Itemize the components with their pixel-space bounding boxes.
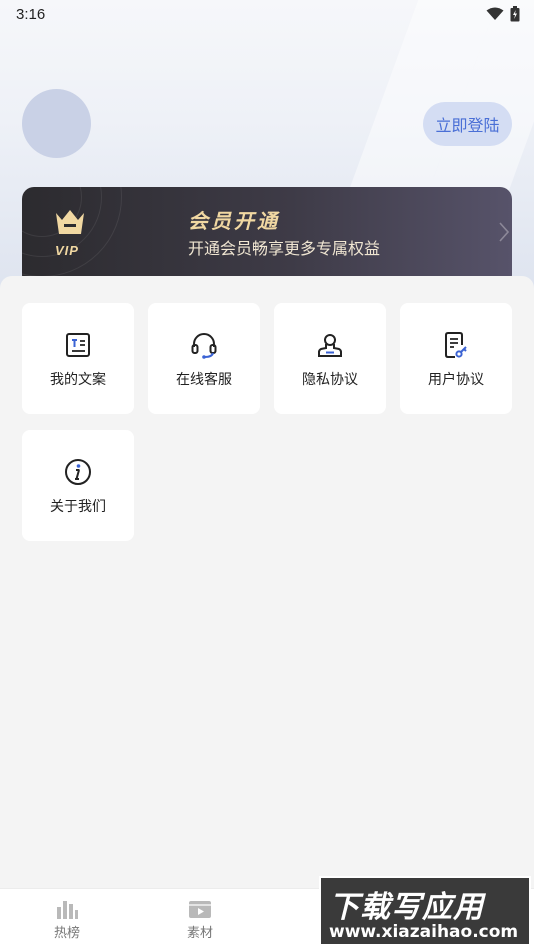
bar-chart-icon xyxy=(57,901,78,919)
headset-icon xyxy=(191,333,217,359)
menu-item-label: 关于我们 xyxy=(50,498,106,514)
vip-subtitle: 开通会员畅享更多专属权益 xyxy=(188,241,381,258)
menu-item-my-copy[interactable]: 我的文案 xyxy=(22,303,134,414)
vip-badge-text: VIP xyxy=(55,243,79,258)
menu-item-label: 用户协议 xyxy=(428,371,484,387)
document-text-icon xyxy=(66,333,90,357)
watermark-url: www.xiazaihao.com xyxy=(329,922,519,942)
status-time: 3:16 xyxy=(16,5,46,23)
content-panel: 我的文案 在线客服 隐私协议 用户协议 关于我们 xyxy=(0,276,534,888)
login-button[interactable]: 立即登陆 xyxy=(423,102,512,146)
wifi-icon xyxy=(486,7,504,20)
privacy-user-icon xyxy=(318,334,342,357)
menu-item-privacy-policy[interactable]: 隐私协议 xyxy=(274,303,386,414)
vip-title: 会员开通 xyxy=(188,211,280,233)
menu-item-label: 我的文案 xyxy=(50,371,106,387)
menu-grid: 我的文案 在线客服 隐私协议 用户协议 关于我们 xyxy=(22,303,512,541)
avatar[interactable] xyxy=(22,89,91,158)
menu-item-label: 在线客服 xyxy=(176,371,232,387)
chevron-right-icon xyxy=(499,222,510,242)
menu-item-user-agreement[interactable]: 用户协议 xyxy=(400,303,512,414)
menu-item-online-service[interactable]: 在线客服 xyxy=(148,303,260,414)
video-material-icon xyxy=(189,901,211,918)
status-bar: 3:16 xyxy=(0,0,534,28)
vip-banner[interactable]: VIP 会员开通 开通会员畅享更多专属权益 xyxy=(22,187,512,287)
user-agreement-icon xyxy=(445,332,467,358)
watermark-text: 下载写应用 xyxy=(329,891,484,924)
tab-material[interactable]: 素材 xyxy=(170,899,230,941)
tab-label: 热榜 xyxy=(53,925,80,940)
info-icon xyxy=(65,459,91,485)
watermark-logo: 下载写应用 www.xiazaihao.com xyxy=(319,876,531,946)
vip-crown-icon: VIP xyxy=(52,207,88,258)
menu-item-about-us[interactable]: 关于我们 xyxy=(22,430,134,541)
status-icons xyxy=(486,6,520,22)
tab-label: 素材 xyxy=(186,925,213,940)
battery-charging-icon xyxy=(510,6,520,22)
menu-item-label: 隐私协议 xyxy=(302,371,358,387)
tab-hot-list[interactable]: 热榜 xyxy=(37,899,97,941)
